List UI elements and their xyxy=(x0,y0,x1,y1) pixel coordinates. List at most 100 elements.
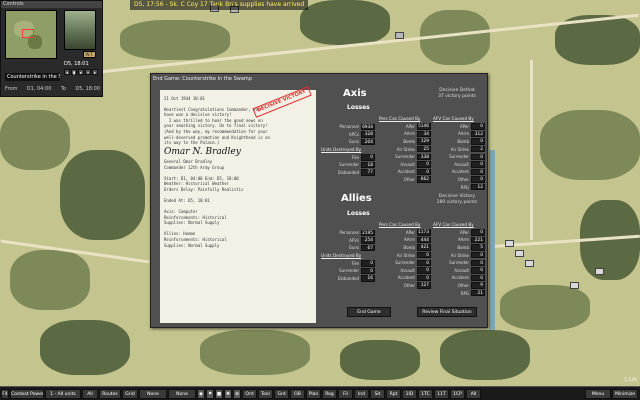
axis-afv-cas-row: Assault 0 xyxy=(433,161,485,169)
unit-filter-select[interactable]: 1 - All units xyxy=(45,388,81,399)
grid-button[interactable]: Grid xyxy=(122,388,138,399)
allies-afv-cas-row: Assault 0 xyxy=(433,267,485,275)
rewind-icon[interactable]: ◂ xyxy=(64,69,70,75)
axis-destroyed-value: 18 xyxy=(361,161,375,169)
camera-icon[interactable]: ■ xyxy=(215,388,223,399)
minimap-viewport-box[interactable] xyxy=(22,29,34,38)
minimap[interactable] xyxy=(5,10,57,59)
road xyxy=(530,60,533,240)
allies-afv-cas-value: 9 xyxy=(471,282,485,289)
toolbar-button-ord[interactable]: Ord xyxy=(242,388,257,399)
toolbar-button-ind[interactable]: Ind xyxy=(354,388,369,399)
allies-destroyed-label: Surrender xyxy=(339,268,359,274)
allies-afv-cas-value: 0 xyxy=(471,267,485,274)
report-buttons: Ord Tool Grd OB Plan Reg Fil Ind Sit Rpt 1ID 1TC 11T… xyxy=(241,388,481,399)
toolbar-button-reg[interactable]: Reg xyxy=(322,388,337,399)
allied-unit-counter[interactable] xyxy=(570,282,579,289)
play-icon[interactable]: ▸ xyxy=(78,69,84,75)
axis-result: Decisive Defeat 37 victory points xyxy=(431,88,483,100)
scenario-name: Counterstrike in the Swamp xyxy=(5,73,60,81)
allies-afv-cas-label: Bomb xyxy=(457,245,469,251)
axis-destroyed-row: Surrender 18 xyxy=(321,161,375,169)
axis-title: Axis xyxy=(343,88,367,99)
allies-afv-cas-label: AArm xyxy=(457,237,469,243)
eye-icon[interactable]: ◉ xyxy=(197,388,205,399)
allies-pers-cas-label: Other xyxy=(403,283,415,289)
routes-button[interactable]: Routes xyxy=(99,388,121,399)
axis-pers-cas-value: 5146 xyxy=(417,123,431,130)
allies-afv-cas-value: 5 xyxy=(471,244,485,251)
axis-pers-cas-header: Pers Cas Caused By xyxy=(379,116,421,121)
allies-pers-cas-row: Assault 0 xyxy=(379,267,431,275)
allies-pers-cas-label: Accident xyxy=(397,275,415,281)
axis-pers-cas-label: Surrender xyxy=(395,154,415,160)
combat-power-button[interactable]: Combat Power xyxy=(10,388,44,399)
axis-losses-title: Losses xyxy=(347,104,370,111)
fast-forward-icon[interactable]: » xyxy=(85,69,91,75)
axis-afv-cas-value: 0 xyxy=(471,168,485,176)
flag-icon[interactable]: ⚑ xyxy=(206,388,214,399)
axis-destroyed-label: Disbanded xyxy=(337,170,359,176)
axis-loss-label: Guns xyxy=(348,139,359,145)
allies-loss-label: Personnel xyxy=(339,230,359,236)
toolbar-button-1tc[interactable]: 1TC xyxy=(418,388,433,399)
allies-pers-table: Pers Cas Caused By APer 1173 AArm 444 Bomb 421… xyxy=(379,221,431,289)
toolbar-button-1id[interactable]: 1ID xyxy=(402,388,417,399)
allied-unit-counter[interactable] xyxy=(505,240,514,247)
allies-afv-cas-row: APer 0 xyxy=(433,229,485,237)
toolbar-button-tool[interactable]: Tool xyxy=(258,388,273,399)
review-final-situation-button[interactable]: Review Final Situation xyxy=(417,307,477,317)
f4-key-label[interactable]: F4 xyxy=(1,388,9,399)
allies-afv-cas-row: Surrender 0 xyxy=(433,259,485,267)
controls-panel: Controls W.T. D5, 18:01 ◂ ▮ ▸ » ▸ Counte… xyxy=(0,0,103,97)
step-icon[interactable]: ▸ xyxy=(92,69,98,75)
axis-afv-cas-row: AArm 312 xyxy=(433,130,485,138)
overlay-select-2[interactable]: None xyxy=(168,388,196,399)
letter-body: Heartiest Congratulations Commander, you… xyxy=(164,107,312,146)
toolbar-button-plan[interactable]: Plan xyxy=(306,388,321,399)
allies-pers-cas-label: Assault xyxy=(400,267,415,273)
toolbar-button-ob[interactable]: OB xyxy=(290,388,305,399)
overlay-select[interactable]: None xyxy=(139,388,167,399)
allies-pers-cas-label: AArm xyxy=(403,237,415,243)
toolbar-button-1cp[interactable]: 1CP xyxy=(450,388,465,399)
allies-afv-cas-value: 0 xyxy=(471,274,485,282)
toolbar-button-rpt[interactable]: Rpt xyxy=(386,388,401,399)
allies-pers-cas-label: Air Strike xyxy=(396,252,415,258)
end-game-button[interactable]: End Game xyxy=(347,307,391,317)
target-icon[interactable]: ⊕ xyxy=(233,388,241,399)
axis-afv-cas-label: Air Strike xyxy=(450,146,469,152)
minimize-button[interactable]: Minimize xyxy=(612,388,638,399)
allies-destroyed-label: Disbanded xyxy=(337,276,359,282)
allied-unit-counter[interactable] xyxy=(515,250,524,257)
axis-afv-cas-row: RPG 12 xyxy=(433,183,485,191)
allies-destroyed-label: Fire xyxy=(351,260,359,266)
toolbar-button-all[interactable]: All xyxy=(466,388,481,399)
allies-loss-value: 2195 xyxy=(361,229,375,236)
signature: Omar N. Bradley xyxy=(164,146,241,157)
toolbar-button-fil[interactable]: Fil xyxy=(338,388,353,399)
toolbar-button-11t[interactable]: 11T xyxy=(434,388,449,399)
allies-afv-cas-label: Surrender xyxy=(449,260,469,266)
toolbar-button-grd[interactable]: Grd xyxy=(274,388,289,399)
axis-pers-cas-value: 0 xyxy=(417,161,431,168)
forest-area xyxy=(10,250,90,310)
allies-pers-cas-value: 127 xyxy=(417,282,431,289)
toolbar-button-sit[interactable]: Sit xyxy=(370,388,385,399)
axis-afv-cas-label: AArm xyxy=(457,131,469,137)
allies-pers-cas-label: Bomb xyxy=(403,245,415,251)
gear-icon[interactable]: ✱ xyxy=(224,388,232,399)
allied-unit-counter[interactable] xyxy=(525,260,534,267)
allied-unit-counter[interactable] xyxy=(595,268,604,275)
forest-area xyxy=(120,20,230,60)
allies-afv-cas-value: 21 xyxy=(471,289,485,297)
axis-unit-counter[interactable] xyxy=(395,32,404,39)
axis-pers-cas-label: Air Strike xyxy=(396,146,415,152)
menu-button[interactable]: Menu xyxy=(585,388,611,399)
axis-pers-cas-row: Bomb 129 xyxy=(379,138,431,146)
letter-details: Start: D1, 04:00 End: D5, 18:00 Weather: … xyxy=(164,176,312,249)
pause-icon[interactable]: ▮ xyxy=(71,69,77,75)
from-time: D1, 04:00 xyxy=(26,86,52,92)
axis-loss-label: APCs xyxy=(348,131,359,137)
all-button[interactable]: All xyxy=(82,388,98,399)
